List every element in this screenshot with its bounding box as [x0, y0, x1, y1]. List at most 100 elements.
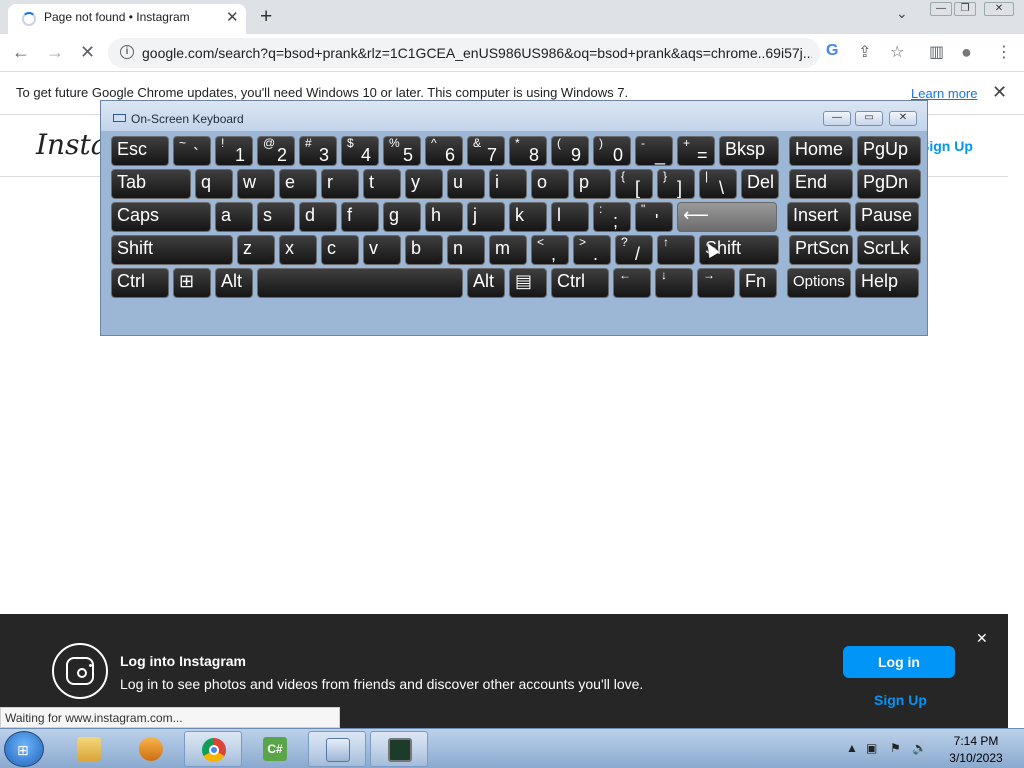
- osk-key-e[interactable]: e: [279, 169, 317, 199]
- osk-key-symbol[interactable]: ) 0: [593, 136, 631, 166]
- page-scrollbar[interactable]: [1008, 115, 1024, 727]
- osk-minimize-button[interactable]: —: [823, 111, 851, 126]
- osk-key-symbol[interactable]: | \: [699, 169, 737, 199]
- osk-key-prtscn[interactable]: PrtScn: [789, 235, 853, 265]
- back-icon[interactable]: ←: [12, 42, 30, 63]
- osk-key-symbol[interactable]: ~ `: [173, 136, 211, 166]
- osk-key-symbol[interactable]: ^ 6: [425, 136, 463, 166]
- osk-key-v[interactable]: v: [363, 235, 401, 265]
- network-icon[interactable]: ▣: [866, 741, 877, 755]
- osk-key-symbol[interactable]: ⊞: [173, 268, 211, 298]
- volume-icon[interactable]: 🔊: [912, 741, 927, 755]
- signup-link[interactable]: Sign Up: [874, 692, 927, 708]
- osk-key-symbol[interactable]: }]: [657, 169, 695, 199]
- osk-key-fn[interactable]: Fn: [739, 268, 777, 298]
- side-panel-icon[interactable]: ▥: [929, 42, 944, 62]
- site-info-icon[interactable]: i: [120, 45, 134, 59]
- osk-key-symbol[interactable]: $4: [341, 136, 379, 166]
- osk-key-pgup[interactable]: PgUp: [857, 136, 921, 166]
- osk-key-q[interactable]: q: [195, 169, 233, 199]
- stop-loading-icon[interactable]: ✕: [80, 42, 95, 63]
- osk-key-ctrl[interactable]: Ctrl: [111, 268, 169, 298]
- osk-key-tab[interactable]: Tab: [111, 169, 191, 199]
- address-bar[interactable]: i google.com/search?q=bsod+prank&rlz=1C1…: [108, 38, 820, 68]
- osk-icon[interactable]: [308, 731, 366, 767]
- action-center-flag-icon[interactable]: ⚑: [890, 741, 901, 755]
- osk-key-symbol[interactable]: :;: [593, 202, 631, 232]
- osk-key-symbol[interactable]: <,: [531, 235, 569, 265]
- minimize-button[interactable]: —: [930, 2, 952, 16]
- osk-key-esc[interactable]: Esc: [111, 136, 169, 166]
- osk-key-key[interactable]: [257, 268, 463, 298]
- google-lens-icon[interactable]: G: [826, 42, 838, 60]
- osk-key-shift[interactable]: Shift: [111, 235, 233, 265]
- profile-icon[interactable]: ●: [961, 42, 972, 63]
- learn-more-link[interactable]: Learn more: [911, 86, 977, 101]
- osk-key-home[interactable]: Home: [789, 136, 853, 166]
- osk-key-symbol[interactable]: * 8: [509, 136, 547, 166]
- osk-key-end[interactable]: End: [789, 169, 853, 199]
- osk-key-symbol[interactable]: + =: [677, 136, 715, 166]
- osk-key-symbol[interactable]: ↓: [655, 268, 693, 298]
- osk-key-g[interactable]: g: [383, 202, 421, 232]
- osk-key-d[interactable]: d: [299, 202, 337, 232]
- osk-key-scrlk[interactable]: ScrLk: [857, 235, 921, 265]
- osk-key-b[interactable]: b: [405, 235, 443, 265]
- osk-key-symbol[interactable]: (9: [551, 136, 589, 166]
- osk-key-pgdn[interactable]: PgDn: [857, 169, 921, 199]
- osk-restore-button[interactable]: ▭: [855, 111, 883, 126]
- close-window-button[interactable]: ✕: [984, 2, 1014, 16]
- osk-key-r[interactable]: r: [321, 169, 359, 199]
- osk-key-k[interactable]: k: [509, 202, 547, 232]
- osk-key-insert[interactable]: Insert: [787, 202, 851, 232]
- osk-close-button[interactable]: ✕: [889, 111, 917, 126]
- osk-key-symbol[interactable]: " ': [635, 202, 673, 232]
- login-button[interactable]: Log in: [843, 646, 955, 678]
- new-tab-button[interactable]: +: [260, 5, 272, 29]
- show-hidden-icons[interactable]: ▲: [846, 741, 858, 755]
- osk-key-m[interactable]: m: [489, 235, 527, 265]
- osk-key-f[interactable]: f: [341, 202, 379, 232]
- monitor-icon[interactable]: [370, 731, 428, 767]
- url-text[interactable]: google.com/search?q=bsod+prank&rlz=1C1GC…: [142, 45, 812, 61]
- osk-key-symbol[interactable]: @2: [257, 136, 295, 166]
- osk-key-n[interactable]: n: [447, 235, 485, 265]
- osk-key-t[interactable]: t: [363, 169, 401, 199]
- osk-key-del[interactable]: Del: [741, 169, 779, 199]
- media-player-icon[interactable]: [122, 731, 180, 767]
- osk-key-symbol[interactable]: - _: [635, 136, 673, 166]
- osk-key-symbol[interactable]: & 7: [467, 136, 505, 166]
- osk-key-symbol[interactable]: {[: [615, 169, 653, 199]
- osk-key-y[interactable]: y: [405, 169, 443, 199]
- osk-key-a[interactable]: a: [215, 202, 253, 232]
- osk-key-j[interactable]: j: [467, 202, 505, 232]
- maximize-button[interactable]: ❐: [954, 2, 976, 16]
- osk-key-caps[interactable]: Caps: [111, 202, 211, 232]
- forward-icon[interactable]: →: [46, 42, 64, 63]
- osk-key-u[interactable]: u: [447, 169, 485, 199]
- share-icon[interactable]: ⇪: [858, 42, 871, 62]
- tab-search-icon[interactable]: ⌄: [896, 5, 908, 22]
- banner-close-icon[interactable]: ✕: [976, 630, 988, 647]
- osk-key-symbol[interactable]: ↑: [657, 235, 695, 265]
- chrome-icon[interactable]: [184, 731, 242, 767]
- osk-key-alt[interactable]: Alt: [467, 268, 505, 298]
- osk-key-l[interactable]: l: [551, 202, 589, 232]
- osk-titlebar[interactable]: On-Screen Keyboard — ▭ ✕: [101, 101, 927, 131]
- osk-key-symbol[interactable]: % 5: [383, 136, 421, 166]
- osk-key-i[interactable]: i: [489, 169, 527, 199]
- osk-key-symbol[interactable]: #3: [299, 136, 337, 166]
- tab-instagram[interactable]: Page not found • Instagram ✕: [8, 4, 246, 34]
- osk-key-help[interactable]: Help: [855, 268, 919, 298]
- osk-key-symbol[interactable]: ▤: [509, 268, 547, 298]
- osk-key-symbol[interactable]: →: [697, 268, 735, 298]
- start-button[interactable]: ⊞: [4, 731, 44, 767]
- osk-key-w[interactable]: w: [237, 169, 275, 199]
- clock-time[interactable]: 7:14 PM: [948, 734, 1004, 748]
- osk-key-symbol[interactable]: ⟵: [677, 202, 777, 232]
- osk-key-pause[interactable]: Pause: [855, 202, 919, 232]
- osk-key-s[interactable]: s: [257, 202, 295, 232]
- osk-key-z[interactable]: z: [237, 235, 275, 265]
- infobar-close-icon[interactable]: ✕: [992, 82, 1007, 103]
- chrome-menu-icon[interactable]: ⋮: [996, 42, 1012, 62]
